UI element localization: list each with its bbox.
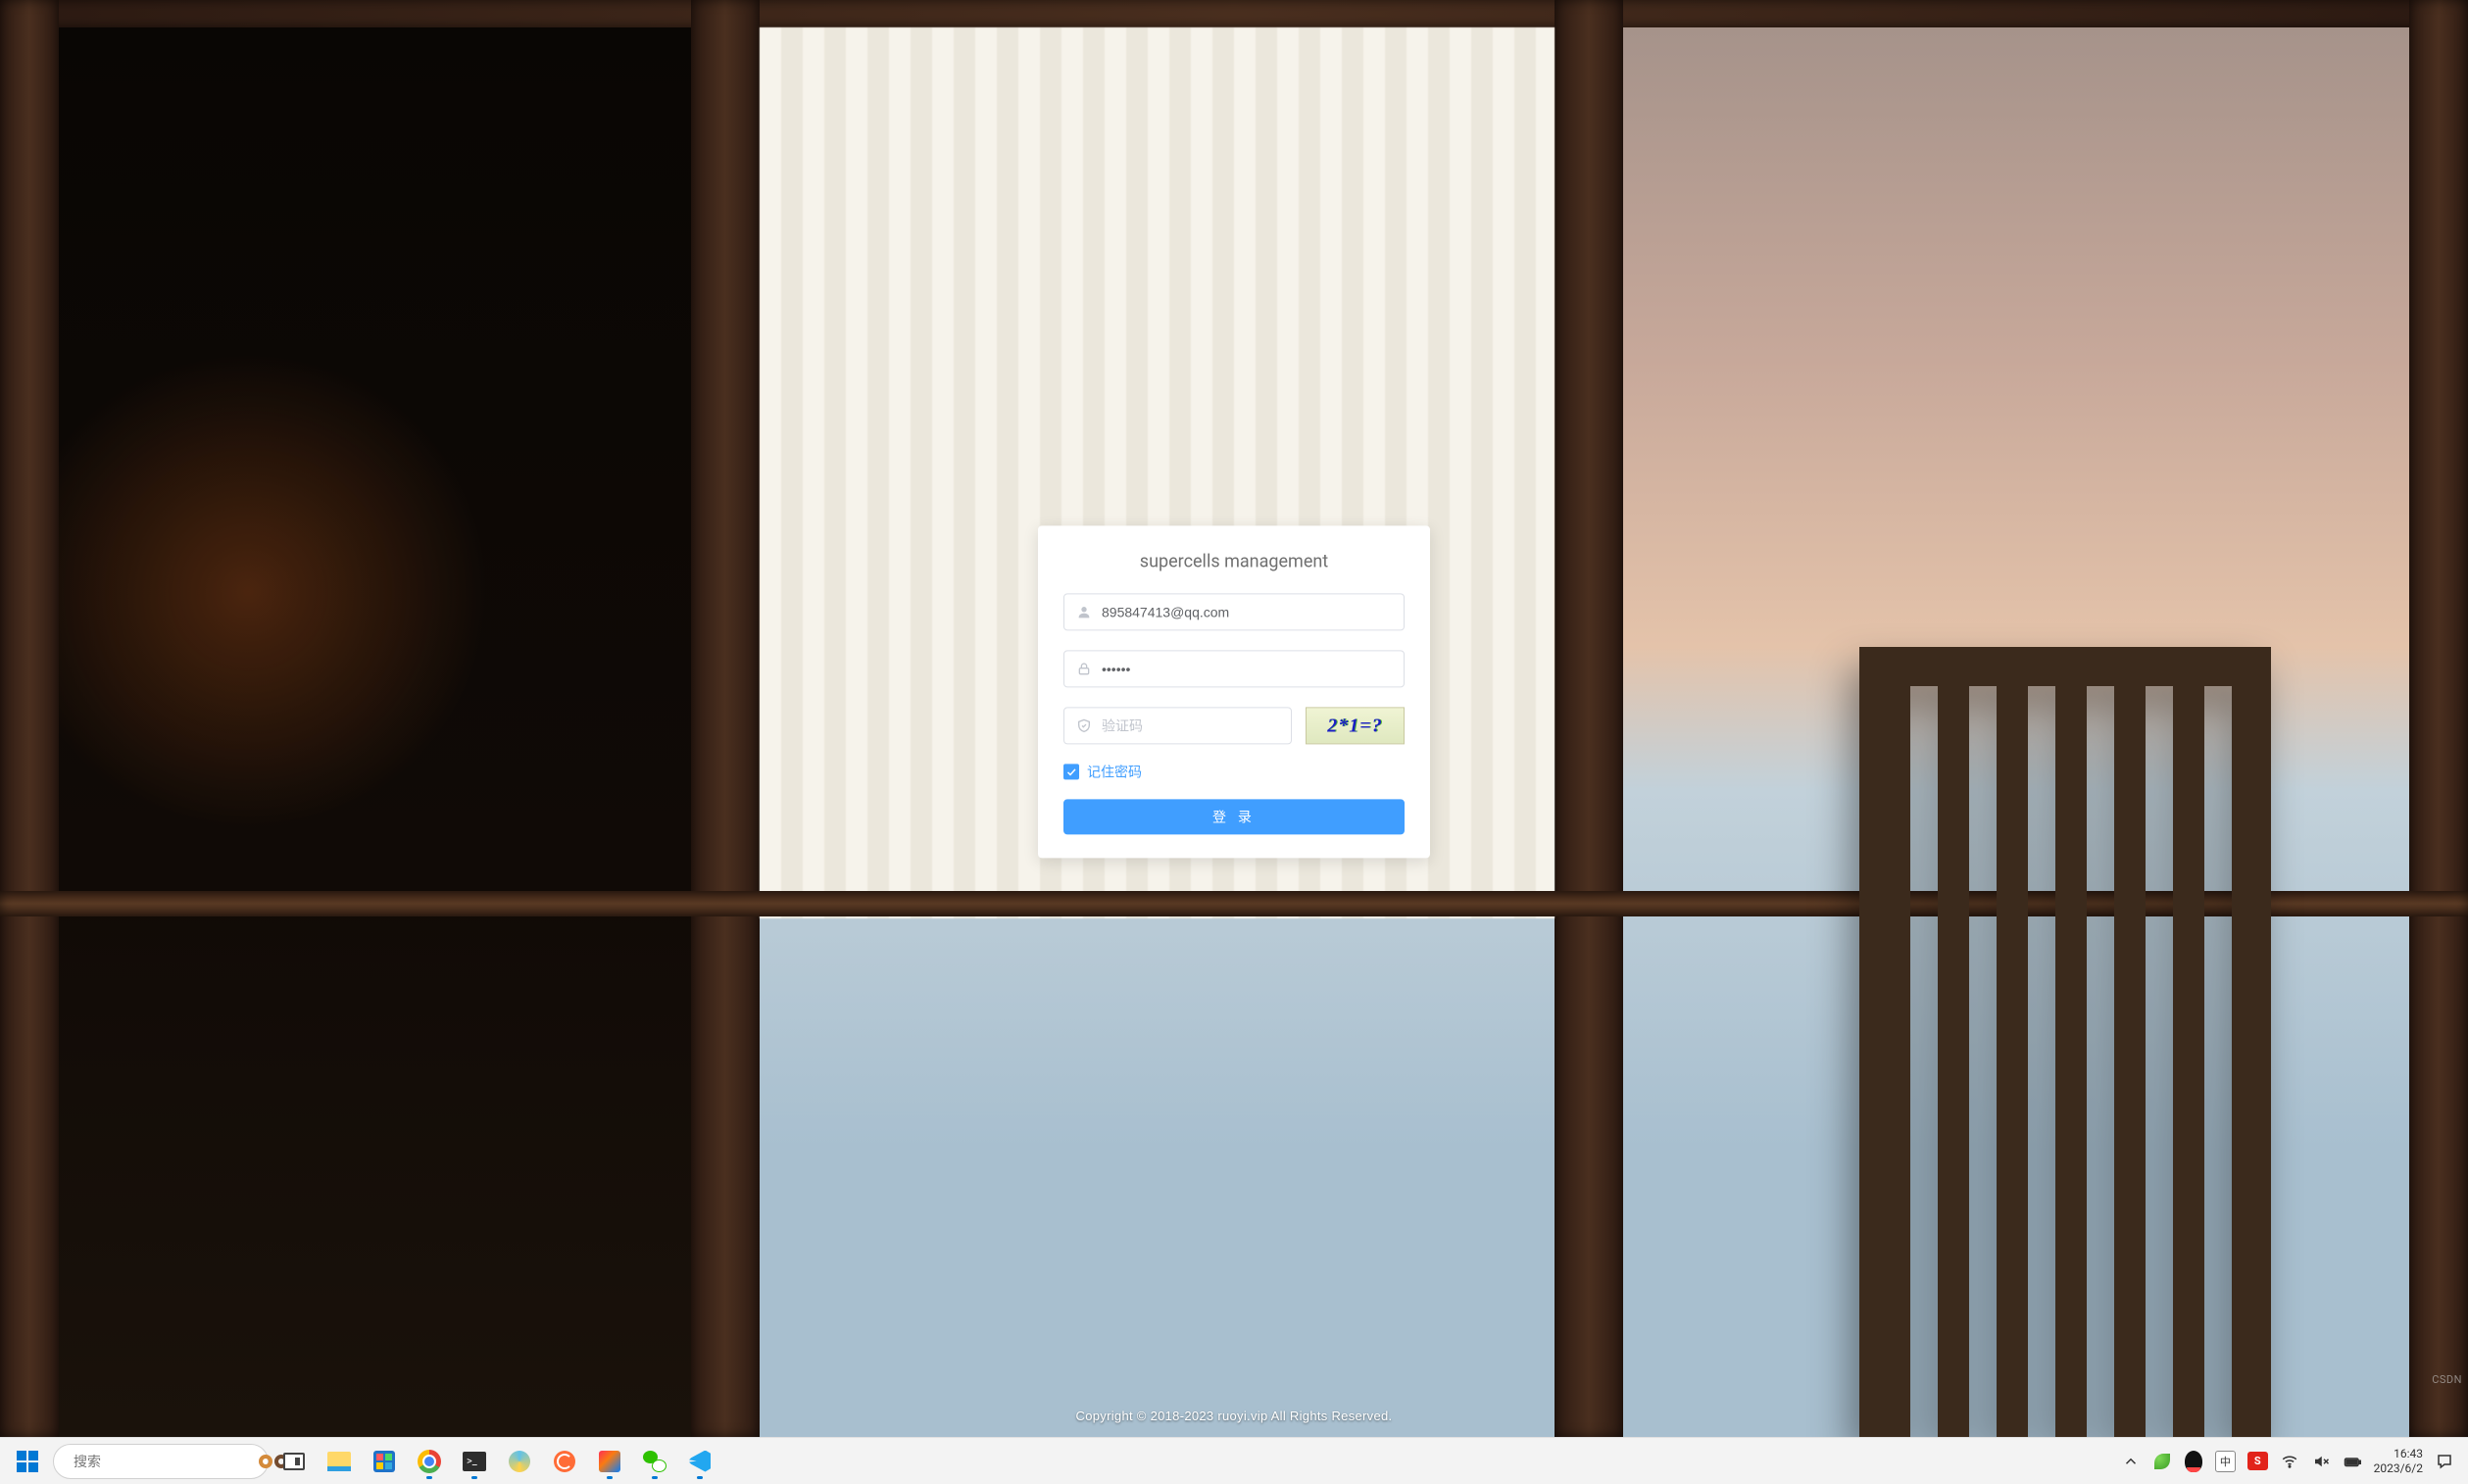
wifi-button[interactable]: [2280, 1452, 2299, 1471]
notification-icon: [2436, 1453, 2453, 1470]
bg-frame: [691, 0, 760, 1437]
battery-icon: [2344, 1453, 2361, 1470]
task-view-icon: [283, 1453, 305, 1470]
bg-interior: [59, 27, 691, 1437]
taskbar-app-browser2[interactable]: [500, 1442, 539, 1481]
tray-qq-icon[interactable]: [2184, 1452, 2203, 1471]
taskbar-app-wechat[interactable]: [635, 1442, 674, 1481]
bg-frame: [2409, 0, 2468, 1437]
taskbar-app-store[interactable]: [365, 1442, 404, 1481]
username-input[interactable]: [1102, 594, 1392, 629]
leaf-icon: [2154, 1454, 2170, 1469]
tray-app-icon[interactable]: [2152, 1452, 2172, 1471]
captcha-field[interactable]: [1063, 707, 1292, 744]
taskbar-clock[interactable]: 16:43 2023/6/2: [2374, 1447, 2423, 1475]
notifications-button[interactable]: [2435, 1452, 2454, 1471]
postman-icon: [554, 1451, 575, 1472]
ms-store-icon: [373, 1451, 395, 1472]
bg-chair: [1859, 647, 2271, 1437]
taskbar-app-postman[interactable]: [545, 1442, 584, 1481]
user-icon: [1076, 604, 1092, 619]
windows-logo-icon: [17, 1451, 38, 1472]
remember-password[interactable]: 记住密码: [1063, 762, 1405, 781]
volume-mute-icon: [2312, 1453, 2330, 1470]
taskbar-app-vscode[interactable]: [680, 1442, 719, 1481]
ime-engine-button[interactable]: S: [2247, 1452, 2268, 1470]
remember-label: 记住密码: [1087, 762, 1142, 781]
copyright-text: Copyright © 2018-2023 ruoyi.vip All Righ…: [0, 1409, 2468, 1423]
chrome-icon: [418, 1450, 441, 1473]
bg-frame: [0, 0, 59, 1437]
intellij-icon: [599, 1451, 620, 1472]
clock-date: 2023/6/2: [2374, 1461, 2423, 1475]
task-view-button[interactable]: [274, 1442, 314, 1481]
password-input[interactable]: [1102, 651, 1392, 686]
volume-button[interactable]: [2311, 1452, 2331, 1471]
vscode-icon: [689, 1451, 711, 1472]
taskbar-app-intellij[interactable]: [590, 1442, 629, 1481]
taskbar-search-input[interactable]: [74, 1454, 251, 1469]
lock-icon: [1076, 661, 1092, 676]
taskbar-app-terminal[interactable]: >_: [455, 1442, 494, 1481]
username-field[interactable]: [1063, 593, 1405, 630]
page-background: supercells management 2*1=?: [0, 0, 2468, 1437]
remember-checkbox[interactable]: [1063, 764, 1079, 779]
bg-frame: [0, 0, 2468, 27]
captcha-input[interactable]: [1102, 708, 1279, 743]
battery-button[interactable]: [2343, 1452, 2362, 1471]
password-field[interactable]: [1063, 650, 1405, 687]
tray-overflow-button[interactable]: [2121, 1452, 2141, 1471]
wifi-icon: [2281, 1453, 2298, 1470]
taskbar-search[interactable]: [53, 1444, 269, 1479]
login-card: supercells management 2*1=?: [1038, 525, 1430, 858]
wechat-icon: [643, 1451, 666, 1472]
terminal-icon: >_: [463, 1452, 486, 1471]
login-title: supercells management: [1063, 551, 1405, 571]
captcha-image[interactable]: 2*1=?: [1306, 707, 1405, 744]
file-explorer-icon: [327, 1452, 351, 1471]
clock-time: 16:43: [2374, 1447, 2423, 1460]
windows-taskbar: >_ 中 S 16:43 2023/6/2: [0, 1437, 2468, 1484]
ime-language-button[interactable]: 中: [2215, 1451, 2236, 1472]
bg-frame: [1555, 0, 1623, 1437]
swirl-browser-icon: [509, 1451, 530, 1472]
qq-penguin-icon: [2185, 1451, 2202, 1472]
taskbar-app-chrome[interactable]: [410, 1442, 449, 1481]
start-button[interactable]: [8, 1442, 47, 1481]
shield-icon: [1076, 717, 1092, 733]
login-button[interactable]: 登 录: [1063, 799, 1405, 834]
taskbar-app-explorer[interactable]: [320, 1442, 359, 1481]
